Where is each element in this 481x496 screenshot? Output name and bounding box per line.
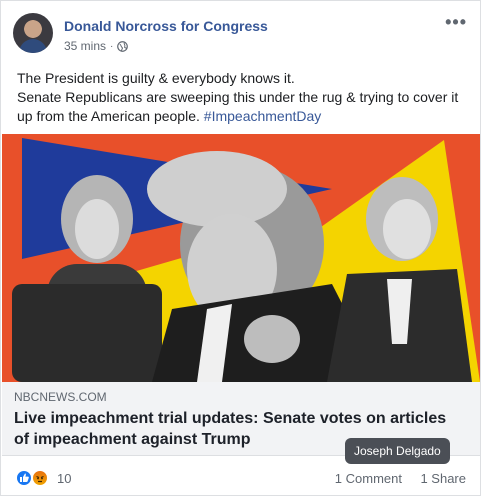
shares-count-link[interactable]: 1 Share [420,471,466,486]
comments-count-link[interactable]: 1 Comment [335,471,402,486]
angry-reaction-icon[interactable] [31,469,49,487]
post-text-line-1: The President is guilty & everybody know… [17,70,295,86]
more-options-icon[interactable]: ••• [445,13,467,31]
feed-post: Donald Norcross for Congress 35 mins · •… [0,0,481,496]
reaction-count[interactable]: 10 [57,471,71,486]
post-timestamp[interactable]: 35 mins [64,39,106,53]
hashtag-link[interactable]: #ImpeachmentDay [204,108,322,124]
link-preview-image[interactable] [2,134,480,382]
post-message: The President is guilty & everybody know… [17,69,469,126]
page-name-link[interactable]: Donald Norcross for Congress [64,18,268,34]
commenter-tooltip: Joseph Delgado [345,438,450,464]
post-meta: 35 mins · [64,39,129,53]
post-text-line-2: Senate Republicans are sweeping this und… [17,88,469,126]
post-footer: 10 1 Comment 1 Share [1,463,480,495]
page-avatar[interactable] [13,13,53,53]
link-domain: NBCNEWS.COM [14,390,107,404]
avatar-figure [19,39,47,53]
like-reaction-icon[interactable] [15,469,33,487]
post-header: Donald Norcross for Congress 35 mins · •… [1,1,480,63]
meta-separator: · [110,40,114,52]
globe-icon [117,40,129,52]
